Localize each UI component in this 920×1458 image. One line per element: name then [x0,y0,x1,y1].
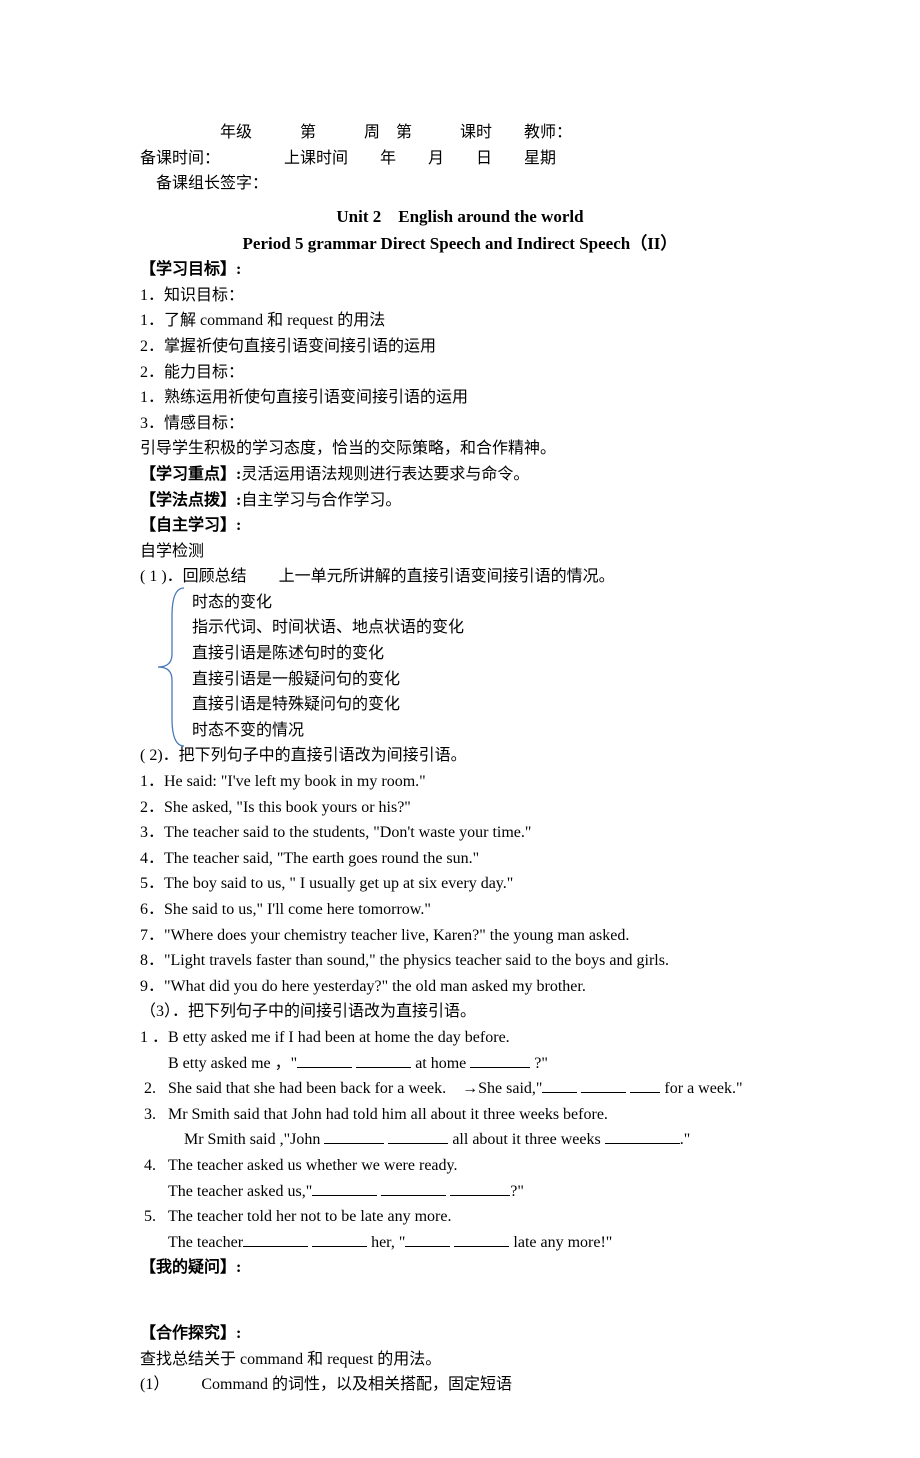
exercise-item: Mr Smith said ,"John all about it three … [140,1127,780,1153]
review-section-label: ( 1 )．回顾总结 上一单元所讲解的直接引语变间接引语的情况。 [140,564,780,590]
learning-objectives-label: 【学习目标】: [140,257,780,283]
bracket-item: 直接引语是一般疑问句的变化 [192,667,780,693]
self-study-subtitle: 自学检测 [140,539,780,565]
exercise-item: 1 ．B etty asked me if I had been at home… [140,1025,780,1051]
exercise-item: 3．The teacher said to the students, "Don… [140,820,780,846]
exercise-item: The teacher asked us," ?" [140,1179,780,1205]
exercise-item: 1．He said: "I've left my book in my room… [140,769,780,795]
bracket-item: 时态的变化 [192,590,780,616]
exercise-item: 2．She asked, "Is this book yours or his?… [140,795,780,821]
bracket-item: 直接引语是特殊疑问句的变化 [192,692,780,718]
emotion-goal-label: 3．情感目标： [140,411,780,437]
learning-method: 【学法点拨】:自主学习与合作学习。 [140,488,780,514]
header-prep-time-line: 备课时间： 上课时间 年 月 日 星期 [140,146,780,172]
exercise-item: 4. The teacher asked us whether we were … [140,1153,780,1179]
bracket-group: 时态的变化 指示代词、时间状语、地点状语的变化 直接引语是陈述句时的变化 直接引… [140,590,780,744]
unit-title: Unit 2 English around the world [140,203,780,230]
learning-focus: 【学习重点】:灵活运用语法规则进行表达要求与命令。 [140,462,780,488]
bracket-item: 直接引语是陈述句时的变化 [192,641,780,667]
header-grade-line: 年级 第 周 第 课时 教师： [140,120,780,146]
header-signature-line: 备课组长签字： [140,171,780,197]
exercise-item: 9．"What did you do here yesterday?" the … [140,974,780,1000]
self-study-label: 【自主学习】: [140,513,780,539]
ability-goal-label: 2．能力目标： [140,360,780,386]
knowledge-goal-label: 1．知识目标： [140,283,780,309]
exercise-item: 7．"Where does your chemistry teacher liv… [140,923,780,949]
period-subtitle: Period 5 grammar Direct Speech and Indir… [140,230,780,257]
section3-label: （3）．把下列句子中的间接引语改为直接引语。 [140,999,780,1025]
ability-item-1: 1．熟练运用祈使句直接引语变间接引语的运用 [140,385,780,411]
exercise-item: The teacher her, " late any more!" [140,1230,780,1256]
exercise-item: 2. She said that she had been back for a… [140,1076,780,1102]
exercise-item: 6．She said to us," I'll come here tomorr… [140,897,780,923]
exercise-item: 8．"Light travels faster than sound," the… [140,948,780,974]
cooperation-label: 【合作探究】: [140,1321,780,1347]
cooperation-intro: 查找总结关于 command 和 request 的用法。 [140,1347,780,1373]
section2-label: ( 2)．把下列句子中的直接引语改为间接引语。 [140,743,780,769]
exercise-item: 3. Mr Smith said that John had told him … [140,1102,780,1128]
knowledge-item-2: 2．掌握祈使句直接引语变间接引语的运用 [140,334,780,360]
knowledge-item-1: 1．了解 command 和 request 的用法 [140,308,780,334]
my-question-label: 【我的疑问】: [140,1255,780,1281]
bracket-item: 指示代词、时间状语、地点状语的变化 [192,615,780,641]
exercise-item: B etty asked me ，" at home ?" [140,1051,780,1077]
exercise-item: 5. The teacher told her not to be late a… [140,1204,780,1230]
brace-icon [154,586,188,748]
emotion-text: 引导学生积极的学习态度，恰当的交际策略，和合作精神。 [140,436,780,462]
exercise-item: 5．The boy said to us, " I usually get up… [140,871,780,897]
exercise-item: 4．The teacher said, "The earth goes roun… [140,846,780,872]
cooperation-item: (1） Command 的词性，以及相关搭配，固定短语 [140,1372,780,1398]
bracket-item: 时态不变的情况 [192,718,780,744]
